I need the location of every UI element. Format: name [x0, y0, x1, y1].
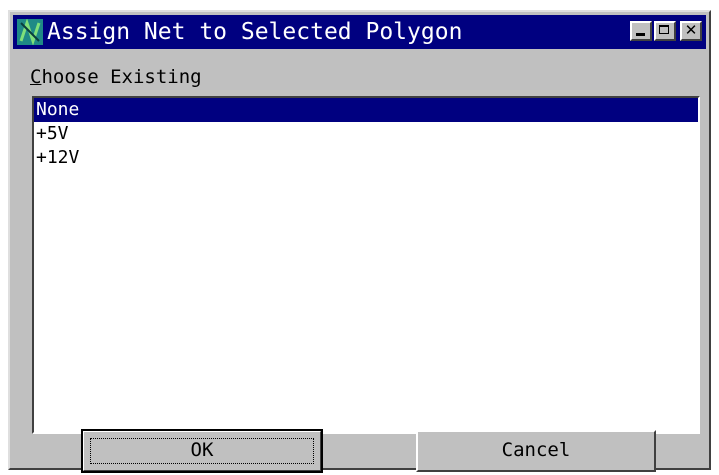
- maximize-button[interactable]: [654, 21, 676, 41]
- choose-existing-label: Choose Existing: [30, 66, 202, 88]
- ok-button[interactable]: OK: [81, 429, 323, 473]
- minimize-icon: [636, 33, 645, 36]
- net-assign-icon: [17, 19, 43, 45]
- cancel-button[interactable]: Cancel: [416, 430, 656, 472]
- title-bar[interactable]: Assign Net to Selected Polygon ✕: [13, 15, 706, 49]
- list-item-5v[interactable]: +5V: [34, 122, 698, 146]
- mnemonic-letter: C: [30, 66, 42, 88]
- maximize-icon: [659, 25, 669, 34]
- list-item-none[interactable]: None: [34, 98, 698, 122]
- minimize-button[interactable]: [630, 21, 652, 41]
- focus-rect: [90, 438, 314, 464]
- close-icon: ✕: [684, 21, 698, 39]
- window-title: Assign Net to Selected Polygon: [47, 19, 463, 45]
- net-list[interactable]: None +5V +12V: [32, 96, 700, 434]
- dialog-window: Assign Net to Selected Polygon ✕ Choose …: [8, 10, 711, 473]
- list-item-12v[interactable]: +12V: [34, 146, 698, 170]
- close-button[interactable]: ✕: [680, 21, 702, 41]
- label-text: hoose Existing: [41, 66, 202, 88]
